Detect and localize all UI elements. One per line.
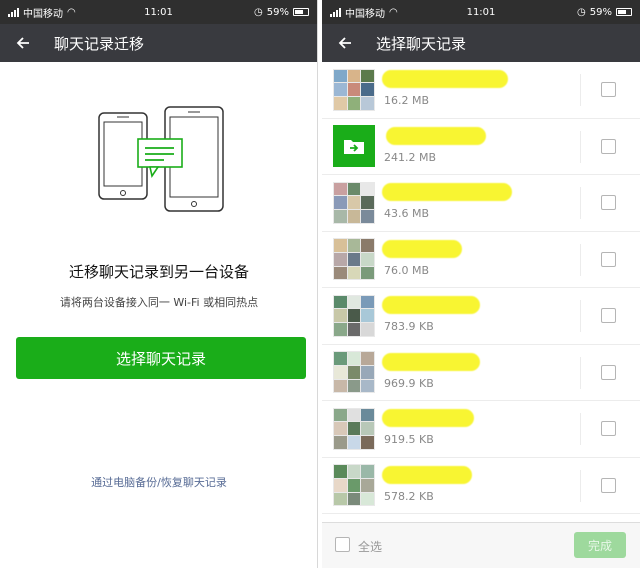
chat-checkbox[interactable] [601, 421, 616, 436]
navigation-bar: 聊天记录迁移 [0, 24, 317, 62]
wifi-icon: ◠ [67, 6, 76, 18]
navigation-bar: 选择聊天记录 [322, 24, 640, 62]
page-title: 聊天记录迁移 [54, 34, 145, 53]
select-all-checkbox[interactable] [335, 537, 350, 552]
page-title: 选择聊天记录 [376, 34, 467, 53]
selection-footer: 全选 完成 [322, 522, 640, 568]
chat-row[interactable]: 43.6 MB [322, 175, 640, 232]
chat-name-redacted [382, 465, 472, 484]
chat-name-redacted [382, 296, 480, 314]
chat-row[interactable]: 16.2 MB [322, 62, 640, 119]
signal-icon [8, 7, 19, 17]
chat-checkbox[interactable] [601, 138, 616, 154]
row-separator [580, 187, 581, 219]
chat-checkbox[interactable] [601, 82, 616, 97]
chat-row[interactable]: 783.9 KB [322, 288, 640, 345]
group-avatar [333, 294, 375, 337]
row-separator [580, 469, 581, 502]
row-separator [580, 243, 581, 276]
chat-size: 783.9 KB [384, 320, 434, 333]
group-avatar [333, 181, 375, 224]
chat-name-redacted [386, 126, 486, 145]
carrier-label: 中国移动 [345, 8, 385, 20]
chat-size: 241.2 MB [384, 150, 437, 164]
signal-icon [330, 7, 341, 17]
select-all-label[interactable]: 全选 [358, 538, 382, 555]
chat-checkbox[interactable] [601, 251, 616, 267]
chat-row[interactable]: 969.9 KB [322, 345, 640, 401]
battery-icon [616, 8, 632, 16]
select-chat-history-button[interactable]: 选择聊天记录 [16, 337, 306, 379]
chat-row[interactable]: 919.5 KB [322, 401, 640, 458]
pc-backup-restore-link[interactable]: 通过电脑备份/恢复聊天记录 [0, 474, 317, 490]
migration-heading: 迁移聊天记录到另一台设备 [68, 263, 249, 281]
select-chat-history-screen: 中国移动 ◠ 11:01 ◷ 59% 选择聊天记录 16.2 MB 241.2 … [322, 0, 640, 568]
chat-checkbox[interactable] [601, 195, 616, 210]
chat-name-redacted [382, 409, 474, 427]
chat-row[interactable]: 241.2 MB [322, 119, 640, 175]
group-avatar [333, 464, 375, 507]
chat-migration-screen: 中国移动 ◠ 11:01 ◷ 59% 聊天记录迁移 迁移聊天记录到另一台设备 请… [0, 0, 318, 568]
done-button[interactable]: 完成 [574, 532, 626, 558]
chat-row[interactable]: 578.2 KB [322, 458, 640, 514]
status-bar: 中国移动 ◠ 11:01 ◷ 59% [0, 0, 317, 24]
chat-name-redacted [382, 70, 508, 88]
chat-size: 43.6 MB [384, 207, 430, 220]
alarm-icon: ◷ [577, 6, 586, 18]
row-separator [580, 413, 581, 445]
chat-checkbox[interactable] [601, 308, 616, 323]
folder-arrow-icon [333, 125, 375, 168]
chat-size: 16.2 MB [384, 94, 430, 107]
battery-percent: 59% [266, 6, 289, 18]
two-phones-illustration [98, 106, 224, 212]
chat-checkbox[interactable] [601, 364, 616, 380]
chat-name-redacted [382, 239, 462, 258]
wifi-instruction: 请将两台设备接入同一 Wi-Fi 或相同热点 [59, 296, 259, 309]
battery-icon [293, 8, 309, 16]
row-separator [580, 130, 581, 163]
group-avatar [333, 351, 375, 394]
chat-checkbox[interactable] [601, 477, 616, 493]
row-separator [580, 74, 581, 106]
row-separator [580, 300, 581, 332]
chat-name-redacted [382, 352, 480, 371]
carrier-label: 中国移动 [23, 8, 63, 20]
group-avatar [333, 407, 375, 450]
chat-size: 969.9 KB [384, 376, 434, 390]
chat-name-redacted [382, 183, 512, 201]
row-separator [580, 356, 581, 389]
chat-size: 578.2 KB [384, 489, 434, 503]
chat-size: 919.5 KB [384, 433, 434, 446]
status-bar: 中国移动 ◠ 11:01 ◷ 59% [322, 0, 640, 24]
wifi-icon: ◠ [389, 6, 398, 18]
back-arrow-icon[interactable] [334, 32, 356, 54]
group-avatar [333, 68, 375, 111]
chat-row[interactable]: 76.0 MB [322, 232, 640, 288]
back-arrow-icon[interactable] [12, 32, 34, 54]
chat-list: 16.2 MB 241.2 MB 43.6 MB 76.0 MB 783.9 K… [322, 62, 640, 514]
alarm-icon: ◷ [254, 6, 263, 18]
group-avatar [333, 238, 375, 281]
chat-size: 76.0 MB [384, 263, 430, 277]
battery-percent: 59% [589, 6, 612, 18]
